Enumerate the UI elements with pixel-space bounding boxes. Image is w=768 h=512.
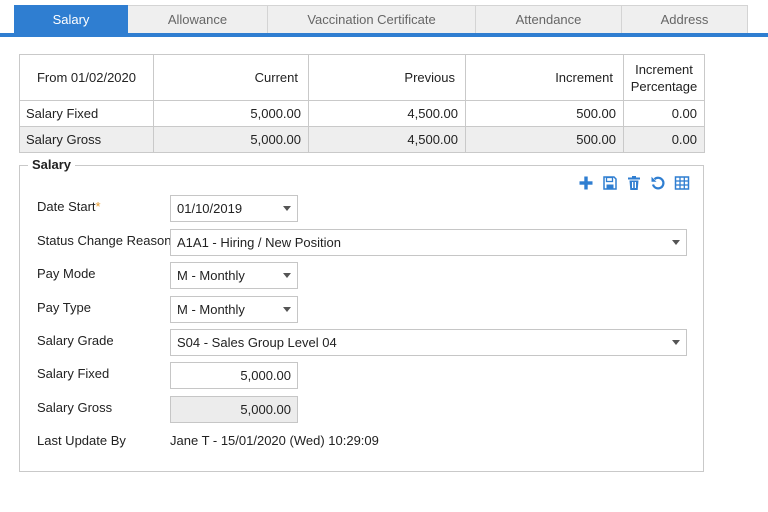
tab-address[interactable]: Address <box>622 5 748 33</box>
salary-form-section: Salary Date Start* 01/10/2019 Status Cha… <box>19 157 704 472</box>
save-icon[interactable] <box>601 174 619 192</box>
table-header-row: From 01/02/2020 Current Previous Increme… <box>19 54 705 101</box>
cell-increment-percentage: 0.00 <box>623 100 705 127</box>
pay-type-select[interactable]: M - Monthly <box>170 296 298 323</box>
tab-allowance[interactable]: Allowance <box>128 5 268 33</box>
chevron-down-icon <box>672 340 680 345</box>
table-row[interactable]: Salary Gross 5,000.00 4,500.00 500.00 0.… <box>19 126 705 153</box>
salary-fixed-label: Salary Fixed <box>37 366 110 381</box>
date-start-label: Date Start* <box>37 199 101 214</box>
cell-previous: 4,500.00 <box>308 126 466 153</box>
salary-gross-field: 5,000.00 <box>170 396 298 423</box>
pay-mode-value: M - Monthly <box>177 268 245 283</box>
header-increment: Increment <box>465 54 624 101</box>
header-previous: Previous <box>308 54 466 101</box>
header-pct-line1: Increment <box>635 61 693 77</box>
tab-salary[interactable]: Salary <box>14 5 128 33</box>
chevron-down-icon <box>283 273 291 278</box>
trash-icon[interactable] <box>625 174 643 192</box>
cell-increment-percentage: 0.00 <box>623 126 705 153</box>
chevron-down-icon <box>283 206 291 211</box>
status-change-reason-select[interactable]: A1A1 - Hiring / New Position <box>170 229 687 256</box>
pay-mode-select[interactable]: M - Monthly <box>170 262 298 289</box>
header-increment-percentage: Increment Percentage <box>623 54 705 101</box>
salary-fixed-value: 5,000.00 <box>240 368 291 383</box>
pay-type-label: Pay Type <box>37 300 91 315</box>
tab-attendance[interactable]: Attendance <box>476 5 622 33</box>
cell-current: 5,000.00 <box>153 100 309 127</box>
chevron-down-icon <box>672 240 680 245</box>
last-update-label: Last Update By <box>37 433 126 448</box>
date-start-picker[interactable]: 01/10/2019 <box>170 195 298 222</box>
plus-icon[interactable] <box>577 174 595 192</box>
row-label: Salary Gross <box>19 126 154 153</box>
row-label: Salary Fixed <box>19 100 154 127</box>
tab-underline <box>0 33 768 37</box>
cell-increment: 500.00 <box>465 100 624 127</box>
salary-fixed-input[interactable]: 5,000.00 <box>170 362 298 389</box>
salary-gross-label: Salary Gross <box>37 400 113 415</box>
pay-mode-label: Pay Mode <box>37 266 96 281</box>
tab-vaccination-certificate[interactable]: Vaccination Certificate <box>268 5 476 33</box>
form-toolbar <box>577 174 691 192</box>
salary-summary-table: From 01/02/2020 Current Previous Increme… <box>19 54 705 153</box>
salary-grade-value: S04 - Sales Group Level 04 <box>177 335 337 350</box>
cell-current: 5,000.00 <box>153 126 309 153</box>
undo-icon[interactable] <box>649 174 667 192</box>
salary-grade-label: Salary Grade <box>37 333 114 348</box>
cell-previous: 4,500.00 <box>308 100 466 127</box>
date-start-value: 01/10/2019 <box>177 201 243 216</box>
header-pct-line2: Percentage <box>630 78 698 94</box>
tab-bar: Salary Allowance Vaccination Certificate… <box>0 0 768 37</box>
table-row[interactable]: Salary Fixed 5,000.00 4,500.00 500.00 0.… <box>19 100 705 127</box>
tab-list: Salary Allowance Vaccination Certificate… <box>14 5 748 33</box>
status-change-reason-label: Status Change Reason <box>37 233 172 248</box>
required-asterisk: * <box>95 199 101 214</box>
grid-icon[interactable] <box>673 174 691 192</box>
salary-grade-select[interactable]: S04 - Sales Group Level 04 <box>170 329 687 356</box>
cell-increment: 500.00 <box>465 126 624 153</box>
status-change-reason-value: A1A1 - Hiring / New Position <box>177 235 342 250</box>
pay-type-value: M - Monthly <box>177 302 245 317</box>
last-update-value: Jane T - 15/01/2020 (Wed) 10:29:09 <box>170 433 379 448</box>
header-current: Current <box>153 54 309 101</box>
section-title: Salary <box>28 157 76 172</box>
date-start-label-text: Date Start <box>37 199 96 214</box>
header-from-date: From 01/02/2020 <box>19 54 154 101</box>
chevron-down-icon <box>283 307 291 312</box>
salary-gross-value: 5,000.00 <box>240 402 291 417</box>
